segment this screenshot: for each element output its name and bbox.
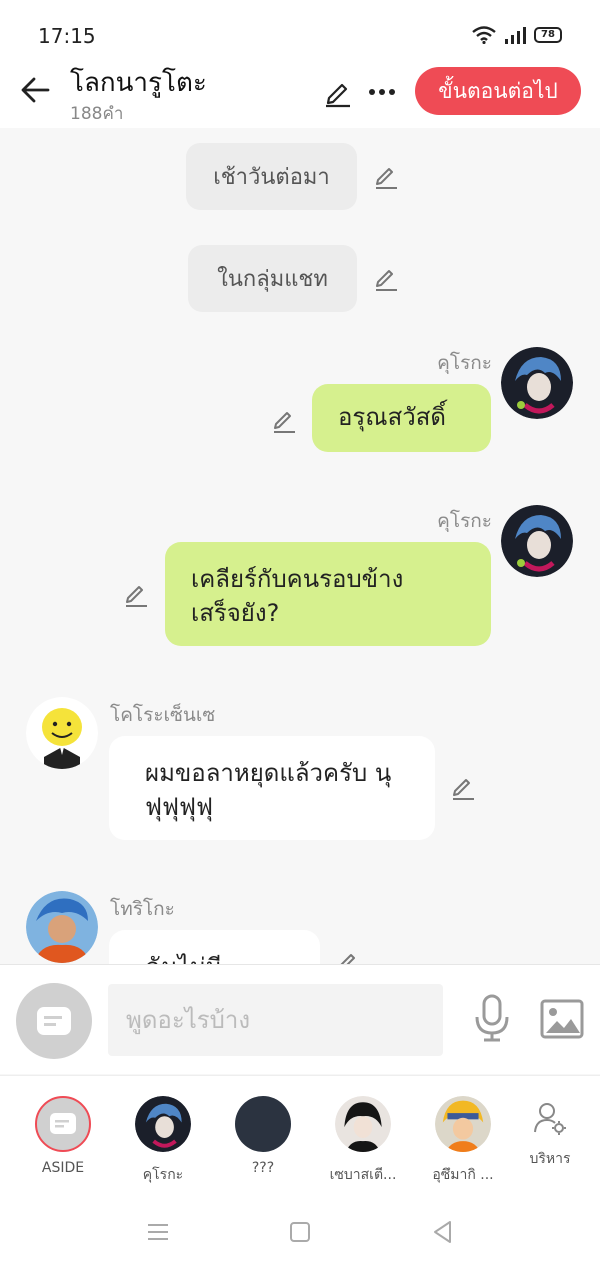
sender-name: โคโระเซ็นเซ	[110, 704, 216, 726]
manage-characters-button[interactable]: บริหาร	[500, 1100, 600, 1170]
avatar-kuroka[interactable]	[501, 505, 573, 577]
back-arrow-icon[interactable]	[18, 72, 54, 108]
edit-pencil-icon[interactable]	[372, 162, 400, 190]
message-text-line: ฟุฟุฟุฟุ	[145, 793, 213, 821]
edit-pencil-icon[interactable]	[122, 580, 150, 608]
message-text-line: ผมขอลาหยุดแล้วครับ นุ	[145, 759, 392, 787]
character-name: อุซึมากิ ...	[432, 1167, 494, 1183]
character-selector: ASIDE คุโรกะ ??? เซบาสเตี... อุซึมากิ ..…	[0, 1075, 600, 1195]
microphone-icon[interactable]	[472, 993, 512, 1043]
avatar-kuroka	[135, 1096, 191, 1152]
message-bubble[interactable]: อรุณสวัสดิ์	[312, 384, 491, 452]
aside-icon	[50, 1113, 76, 1134]
status-time: 17:15	[38, 24, 96, 48]
sender-name: คุโรกะ	[437, 352, 492, 374]
status-icons: 78	[472, 26, 562, 44]
message-text: ฉันไม่มีปัญหา	[145, 953, 221, 964]
back-nav-icon[interactable]	[430, 1219, 456, 1245]
edit-pencil-icon[interactable]	[449, 773, 477, 801]
aside-toggle-button[interactable]	[16, 983, 92, 1059]
home-icon[interactable]	[287, 1219, 313, 1245]
status-bar: 17:15 78	[0, 0, 600, 60]
avatar-sebastian	[335, 1096, 391, 1152]
next-step-button[interactable]: ขั้นตอนต่อไป	[415, 67, 581, 115]
avatar-naruto	[435, 1096, 491, 1152]
chat-area: เช้าวันต่อมา ในกลุ่มแชท คุโรกะ อรุณสวัสด…	[0, 128, 600, 964]
message-bubble[interactable]: ผมขอลาหยุดแล้วครับ นุ ฟุฟุฟุฟุ	[109, 736, 435, 840]
more-options-icon[interactable]	[366, 76, 398, 108]
aside-icon	[37, 1007, 71, 1035]
battery-icon: 78	[534, 27, 562, 43]
edit-title-icon[interactable]	[322, 76, 354, 108]
sender-name: คุโรกะ	[437, 510, 492, 532]
edit-pencil-icon[interactable]	[372, 264, 400, 292]
signal-icon	[505, 27, 526, 44]
narration-bubble[interactable]: ในกลุ่มแชท	[188, 245, 357, 312]
edit-pencil-icon[interactable]	[334, 948, 362, 964]
message-text: อรุณสวัสดิ์	[338, 403, 446, 431]
manage-users-icon	[534, 1103, 566, 1135]
message-bubble[interactable]: ฉันไม่มีปัญหา	[109, 930, 320, 964]
word-count: 188คำ	[70, 104, 124, 124]
character-naruto[interactable]: อุซึมากิ ...	[413, 1096, 513, 1186]
character-name: คุโรกะ	[142, 1167, 184, 1183]
manage-label: บริหาร	[529, 1151, 571, 1167]
character-sebastian[interactable]: เซบาสเตี...	[313, 1096, 413, 1186]
character-aside[interactable]: ASIDE	[13, 1096, 113, 1176]
avatar-korosensei[interactable]	[26, 697, 98, 769]
unknown-avatar	[235, 1096, 291, 1152]
message-text-line: เคลียร์กับคนรอบข้าง	[191, 565, 404, 593]
sender-name: โทริโกะ	[110, 898, 175, 920]
character-name: ???	[251, 1160, 275, 1176]
message-input[interactable]	[108, 984, 443, 1056]
message-input-bar	[0, 964, 600, 1074]
message-text-line: เสร็จยัง?	[191, 599, 280, 627]
story-title: โลกนารูโตะ	[70, 68, 207, 98]
character-name: ASIDE	[41, 1160, 85, 1176]
message-bubble[interactable]: เคลียร์กับคนรอบข้าง เสร็จยัง?	[165, 542, 491, 646]
character-unknown[interactable]: ???	[213, 1096, 313, 1176]
wifi-icon	[472, 26, 496, 44]
avatar-toriko[interactable]	[26, 891, 98, 963]
avatar-kuroka[interactable]	[501, 347, 573, 419]
character-name: เซบาสเตี...	[329, 1167, 397, 1183]
character-kuroka[interactable]: คุโรกะ	[113, 1096, 213, 1186]
system-nav-bar	[0, 1195, 600, 1267]
chat-header: โลกนารูโตะ 188คำ ขั้นตอนต่อไป	[0, 60, 600, 128]
edit-pencil-icon[interactable]	[270, 406, 298, 434]
image-icon[interactable]	[540, 999, 584, 1039]
recent-apps-icon[interactable]	[145, 1219, 171, 1245]
aside-avatar	[35, 1096, 91, 1152]
narration-bubble[interactable]: เช้าวันต่อมา	[186, 143, 357, 210]
